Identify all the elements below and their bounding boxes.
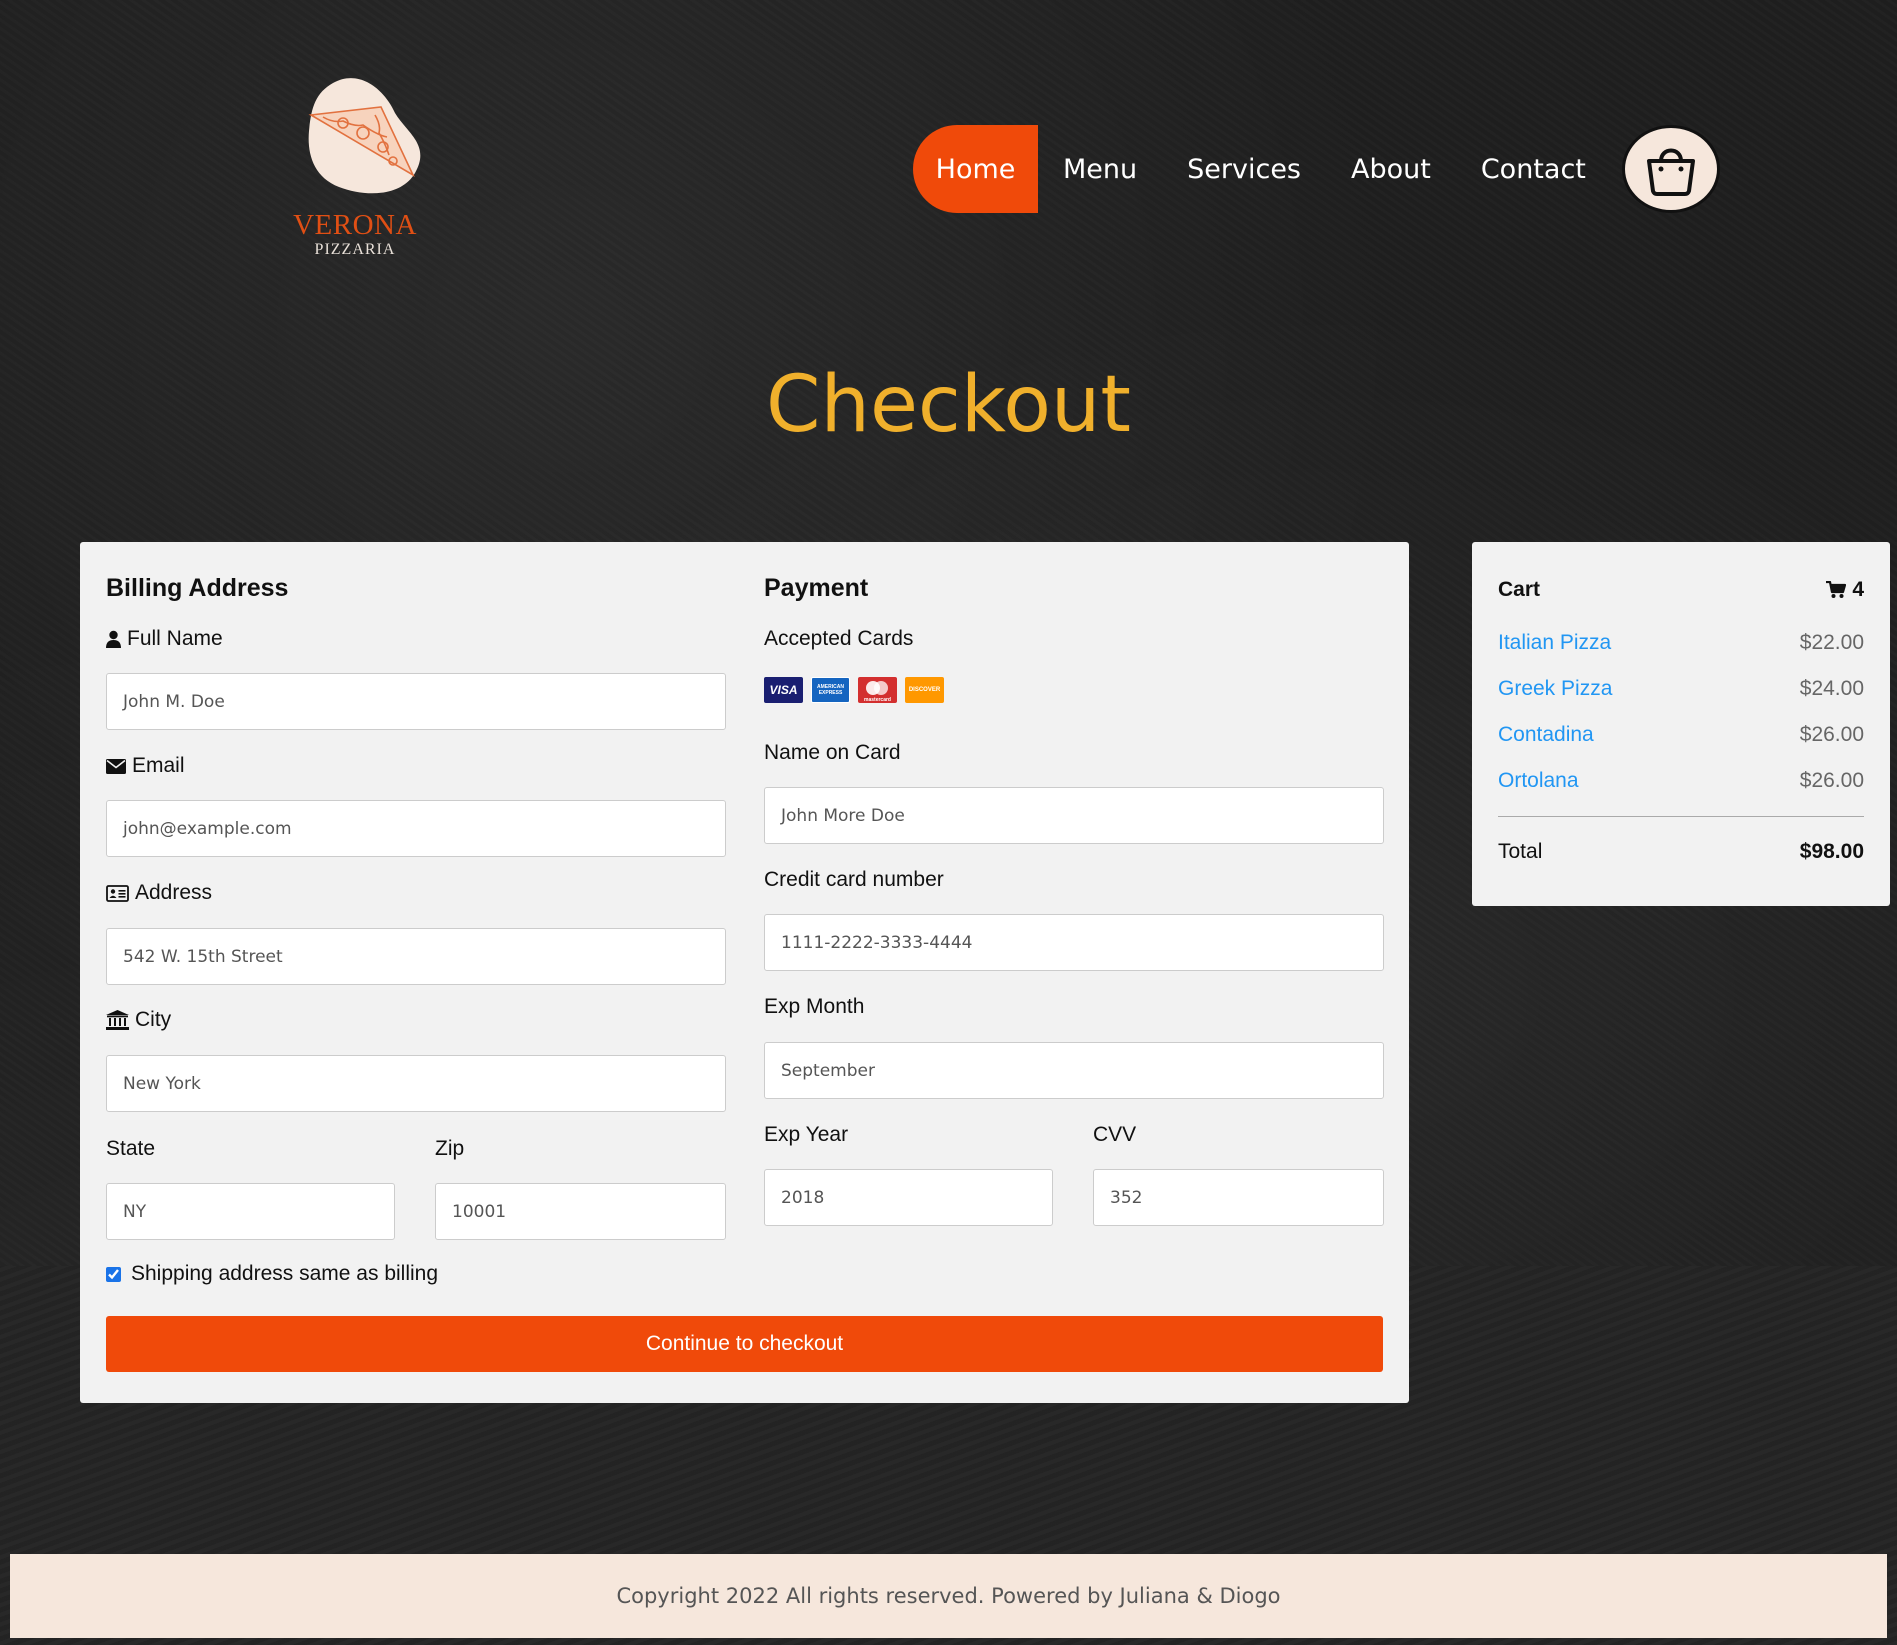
- page-title: Checkout: [766, 360, 1131, 450]
- full-name-label: Full Name: [106, 627, 223, 651]
- nav-home[interactable]: Home: [913, 125, 1038, 213]
- address-label: Address: [106, 881, 212, 905]
- cart-total-row: Total $98.00: [1498, 840, 1864, 864]
- shipping-same-label: Shipping address same as billing: [131, 1262, 439, 1285]
- visa-icon: VISA: [764, 677, 803, 703]
- city-label-text: City: [135, 1008, 172, 1031]
- address-card-icon: [106, 884, 129, 902]
- pizza-slice-logo-icon: [308, 78, 421, 194]
- continue-checkout-button[interactable]: Continue to checkout: [106, 1316, 1383, 1372]
- zip-input[interactable]: 10001: [435, 1183, 726, 1240]
- cart-item-link[interactable]: Contadina: [1498, 723, 1594, 747]
- shipping-same-row[interactable]: Shipping address same as billing: [106, 1262, 438, 1286]
- email-input[interactable]: john@example.com: [106, 800, 726, 857]
- cart-total-label: Total: [1498, 840, 1543, 863]
- exp-month-label: Exp Month: [764, 995, 865, 1018]
- page-footer: Copyright 2022 All rights reserved. Powe…: [10, 1554, 1887, 1638]
- shipping-same-checkbox[interactable]: [106, 1266, 121, 1282]
- cart-header: Cart 4: [1498, 578, 1864, 602]
- user-icon: [106, 630, 121, 648]
- cvv-input[interactable]: 352: [1093, 1169, 1384, 1226]
- cart-item-price: $22.00: [1799, 631, 1864, 654]
- cart-total-value: $98.00: [1799, 840, 1864, 863]
- cart-item: Ortolana $26.00: [1498, 769, 1864, 793]
- cart-item-link[interactable]: Italian Pizza: [1498, 631, 1611, 655]
- cart-item-link[interactable]: Greek Pizza: [1498, 677, 1612, 701]
- exp-year-label: Exp Year: [764, 1123, 849, 1146]
- mastercard-label: mastercard: [864, 697, 891, 703]
- shopping-cart-icon: [1826, 581, 1847, 598]
- cart-count: 4: [1826, 578, 1864, 602]
- zip-label: Zip: [435, 1137, 465, 1160]
- address-label-text: Address: [135, 881, 213, 904]
- city-input[interactable]: New York: [106, 1055, 726, 1112]
- exp-year-input[interactable]: 2018: [764, 1169, 1053, 1226]
- cart-item: Contadina $26.00: [1498, 723, 1864, 747]
- nav-menu[interactable]: Menu: [1038, 125, 1162, 213]
- name-on-card-input[interactable]: John More Doe: [764, 787, 1384, 844]
- cart-count-value: 4: [1852, 578, 1864, 601]
- brand-name: VERONA: [293, 209, 417, 241]
- city-label: City: [106, 1008, 171, 1032]
- email-label: Email: [106, 754, 185, 778]
- state-input[interactable]: NY: [106, 1183, 395, 1240]
- cart-summary-panel: Cart 4 Italian Pizza $22.00 Greek Pizza …: [1472, 542, 1890, 906]
- card-number-label: Credit card number: [764, 868, 944, 891]
- brand-logo[interactable]: VERONA PIZZARIA: [290, 75, 421, 260]
- state-label: State: [106, 1137, 156, 1160]
- checkout-form-panel: Billing Address Full Name John M. Doe Em…: [80, 542, 1409, 1403]
- accepted-cards-label: Accepted Cards: [764, 627, 914, 650]
- cart-item-price: $26.00: [1799, 769, 1864, 792]
- cart-item-price: $26.00: [1799, 723, 1864, 746]
- email-label-text: Email: [132, 754, 185, 777]
- main-nav: Home Menu Services About Contact: [913, 125, 1611, 213]
- full-name-input[interactable]: John M. Doe: [106, 673, 726, 730]
- nav-contact[interactable]: Contact: [1456, 125, 1611, 213]
- footer-copyright: Copyright 2022 All rights reserved. Powe…: [616, 1584, 1281, 1608]
- exp-month-input[interactable]: September: [764, 1042, 1384, 1099]
- discover-icon: DISCOVER: [905, 677, 944, 703]
- accepted-cards: VISA AMERICAN EXPRESS mastercard DISCOVE…: [764, 677, 944, 703]
- billing-title: Billing Address: [106, 574, 289, 602]
- payment-title: Payment: [764, 574, 869, 602]
- card-number-input[interactable]: 1111-2222-3333-4444: [764, 914, 1384, 971]
- cart-item-price: $24.00: [1799, 677, 1864, 700]
- nav-about[interactable]: About: [1326, 125, 1456, 213]
- mastercard-icon: mastercard: [858, 677, 897, 703]
- name-on-card-label: Name on Card: [764, 741, 901, 764]
- nav-services[interactable]: Services: [1162, 125, 1326, 213]
- brand-subtitle: PIZZARIA: [314, 241, 396, 258]
- institution-icon: [106, 1010, 129, 1030]
- cart-button[interactable]: [1622, 125, 1720, 213]
- cart-item-link[interactable]: Ortolana: [1498, 769, 1579, 793]
- envelope-icon: [106, 758, 126, 774]
- cart-item: Greek Pizza $24.00: [1498, 677, 1864, 701]
- shopping-bag-icon: [1647, 148, 1695, 196]
- cart-divider: [1498, 816, 1864, 817]
- address-input[interactable]: 542 W. 15th Street: [106, 928, 726, 985]
- amex-icon: AMERICAN EXPRESS: [811, 677, 850, 703]
- cart-item: Italian Pizza $22.00: [1498, 631, 1864, 655]
- cvv-label: CVV: [1093, 1123, 1137, 1146]
- full-name-label-text: Full Name: [127, 627, 223, 650]
- cart-title: Cart: [1498, 578, 1541, 601]
